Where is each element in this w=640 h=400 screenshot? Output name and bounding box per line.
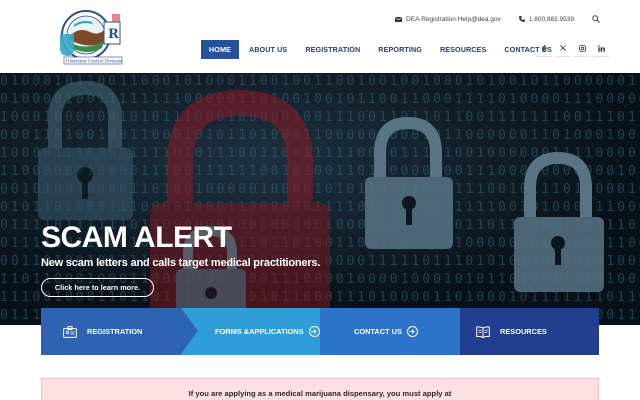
quick-link-registration[interactable]: REGISTRATION [41, 308, 198, 355]
email-text: DEA.Registration.Help@dea.gov [406, 15, 501, 23]
nav-about-us[interactable]: ABOUT US [241, 40, 295, 59]
quick-link-resources[interactable]: RESOURCES [460, 308, 599, 355]
svg-text:Diversion Control Division: Diversion Control Division [66, 59, 122, 64]
hero-banner: 0100010110011000101000110010011001001001… [0, 73, 640, 325]
nav-home[interactable]: HOME [201, 40, 239, 59]
phone-icon [518, 16, 525, 22]
linkedin-icon[interactable] [593, 40, 609, 57]
envelope-icon [395, 16, 403, 22]
site-header: R Diversion Control Division DEA.Registr… [0, 0, 640, 73]
quick-link-contact-label: CONTACT US [354, 327, 402, 336]
notice-text: If you are applying as a medical marijua… [188, 389, 452, 398]
email-link[interactable]: DEA.Registration.Help@dea.gov [395, 16, 501, 23]
phone-link[interactable]: 1.800.882.9539 [518, 15, 574, 23]
phone-text: 1.800.882.9539 [528, 15, 574, 23]
book-icon [476, 325, 490, 338]
quick-link-registration-label: REGISTRATION [87, 327, 143, 336]
hero-title: SCAM ALERT [41, 221, 232, 254]
arrow-circle-icon [308, 326, 320, 337]
top-contact-bar: DEA.Registration.Help@dea.gov 1.800.882.… [377, 15, 600, 23]
instagram-icon[interactable] [574, 40, 590, 57]
dea-logo[interactable]: R Diversion Control Division [52, 8, 136, 66]
quick-links-bar: REGISTRATION FORMS &APPLICATIONS CONTACT… [41, 308, 599, 355]
quick-link-forms[interactable]: FORMS &APPLICATIONS [181, 308, 320, 355]
id-card-icon [63, 325, 77, 338]
social-links [533, 40, 609, 57]
learn-more-button[interactable]: Click here to learn more. [41, 278, 154, 297]
nav-reporting[interactable]: REPORTING [370, 40, 430, 59]
arrow-circle-icon [406, 326, 418, 337]
marijuana-dispensary-notice: If you are applying as a medical marijua… [41, 378, 599, 400]
nav-resources[interactable]: RESOURCES [432, 40, 494, 59]
svg-text:R: R [108, 27, 119, 42]
hero-subtitle: New scam letters and calls target medica… [41, 257, 321, 269]
chevron-shape [181, 308, 198, 354]
nav-registration[interactable]: REGISTRATION [297, 40, 368, 59]
quick-link-forms-label: FORMS &APPLICATIONS [215, 327, 304, 336]
x-icon[interactable] [555, 40, 571, 57]
main-nav: HOME ABOUT US REGISTRATION REPORTING RES… [201, 40, 562, 59]
search-icon [592, 15, 600, 23]
quick-link-contact[interactable]: CONTACT US [320, 308, 460, 355]
quick-link-resources-label: RESOURCES [500, 327, 547, 336]
facebook-icon[interactable] [536, 40, 552, 57]
search-button[interactable] [592, 15, 600, 23]
